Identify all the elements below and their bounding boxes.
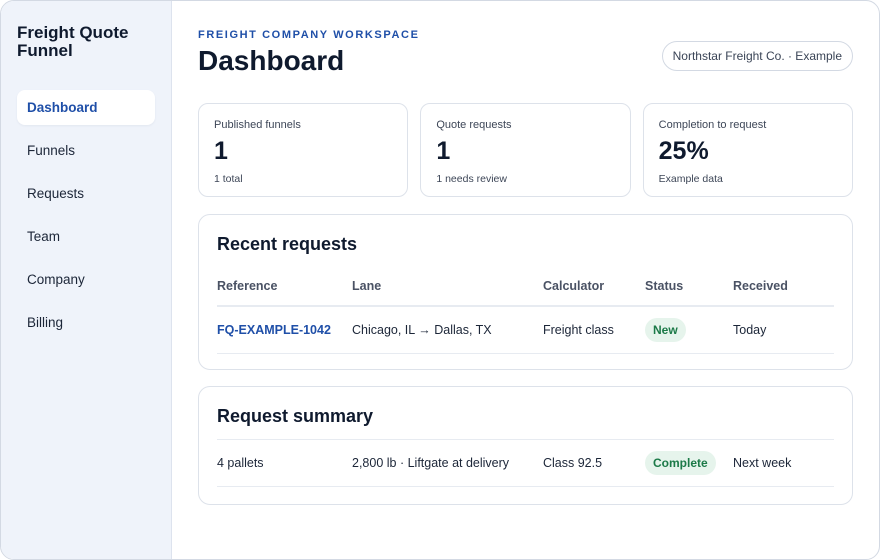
workspace-eyebrow: FREIGHT COMPANY WORKSPACE: [198, 29, 420, 41]
pallets-cell: 4 pallets: [217, 456, 264, 470]
lane-cell: Chicago, IL → Dallas, TX: [352, 323, 492, 337]
table-header: Reference Lane Calculator Status Receive…: [217, 277, 834, 295]
timing-cell: Next week: [733, 456, 792, 470]
column-header-reference: Reference: [217, 279, 278, 293]
stat-label: Quote requests: [436, 119, 512, 131]
stats-row: Published funnels 1 1 total Quote reques…: [198, 103, 853, 197]
stat-subtext: 1 needs review: [436, 173, 507, 185]
divider: [217, 353, 834, 354]
status-badge: New: [645, 318, 686, 342]
class-cell: Class 92.5: [543, 456, 603, 470]
column-header-calculator: Calculator: [543, 279, 605, 293]
weight-cell: 2,800 lb · Liftgate at delivery: [352, 456, 510, 470]
sidebar-item-funnels[interactable]: Funnels: [17, 133, 155, 168]
sidebar-item-team[interactable]: Team: [17, 219, 155, 254]
column-header-status: Status: [645, 279, 684, 293]
sidebar-item-requests[interactable]: Requests: [17, 176, 155, 211]
stat-card-completion: Completion to request 25% Example data: [642, 103, 853, 197]
sidebar: Freight Quote Funnel Dashboard Funnels R…: [1, 1, 172, 559]
summary-row: 4 pallets 2,800 lb · Liftgate at deliver…: [217, 440, 834, 486]
card-title: Request summary: [217, 406, 374, 426]
sidebar-item-dashboard[interactable]: Dashboard: [17, 90, 155, 125]
stat-label: Completion to request: [658, 119, 767, 131]
stat-subtext: 1 total: [214, 173, 243, 185]
company-pill[interactable]: Northstar Freight Co. · Example: [661, 41, 853, 71]
sidebar-nav: Dashboard Funnels Requests Team Company …: [17, 90, 155, 340]
stat-card-quote-requests: Quote requests 1 1 needs review: [420, 103, 631, 197]
request-reference-link[interactable]: FQ-EXAMPLE-1042: [217, 323, 331, 337]
stat-value: 25%: [658, 137, 709, 165]
column-header-received: Received: [733, 279, 788, 293]
received-cell: Today: [733, 323, 767, 337]
app-title: Freight Quote Funnel: [17, 23, 129, 60]
divider: [217, 486, 834, 487]
calculator-cell: Freight class: [543, 323, 614, 337]
main-content: FREIGHT COMPANY WORKSPACE Dashboard Nort…: [172, 1, 879, 559]
request-summary-card: Request summary 4 pallets 2,800 lb · Lif…: [198, 386, 853, 505]
stat-card-published-funnels: Published funnels 1 1 total: [198, 103, 409, 197]
sidebar-item-billing[interactable]: Billing: [17, 305, 155, 340]
stat-subtext: Example data: [658, 173, 723, 185]
table-row[interactable]: FQ-EXAMPLE-1042 Chicago, IL → Dallas, TX…: [217, 307, 834, 353]
stat-value: 1: [214, 137, 228, 165]
card-title: Recent requests: [217, 234, 358, 254]
page-title: Dashboard: [198, 45, 345, 76]
stat-value: 1: [436, 137, 451, 165]
app-window: Freight Quote Funnel Dashboard Funnels R…: [0, 0, 880, 560]
column-header-lane: Lane: [352, 279, 382, 293]
stat-label: Published funnels: [214, 119, 301, 131]
status-badge: Complete: [645, 451, 716, 475]
recent-requests-card: Recent requests Reference Lane Calculato…: [198, 214, 853, 370]
sidebar-item-company[interactable]: Company: [17, 262, 155, 297]
